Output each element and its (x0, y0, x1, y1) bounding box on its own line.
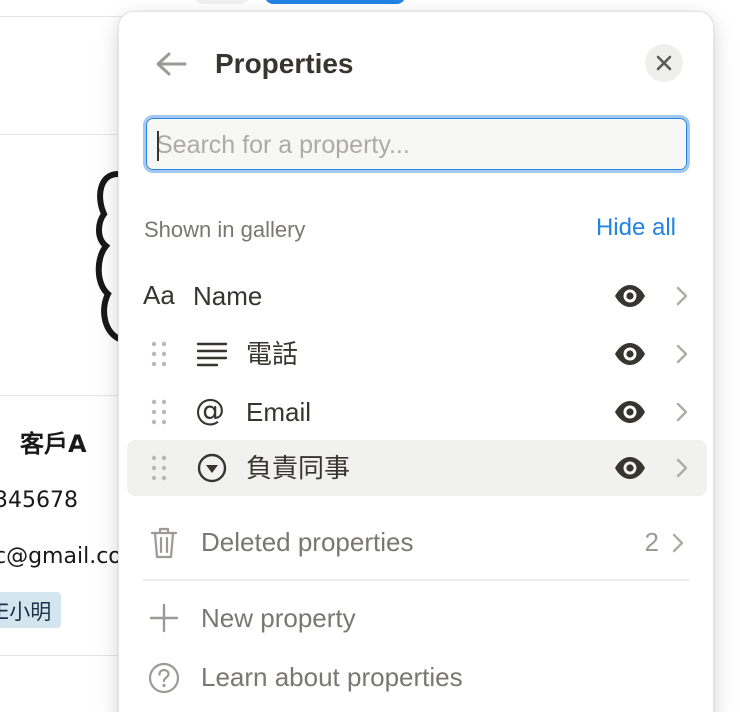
text-caret (157, 131, 159, 161)
visibility-toggle[interactable] (613, 398, 647, 426)
chevron-right-icon (673, 282, 691, 310)
eye-icon (615, 401, 645, 423)
chevron-right-icon (669, 529, 687, 557)
card-phone: 345678 (0, 488, 78, 513)
drag-handle-icon[interactable] (149, 398, 169, 426)
eye-icon (615, 343, 645, 365)
property-label: Name (193, 281, 263, 311)
close-button[interactable] (645, 44, 683, 82)
deleted-count: 2 (644, 527, 659, 557)
divider (0, 16, 140, 17)
help-icon (148, 662, 180, 694)
property-row-assignee[interactable]: 負責同事 (127, 440, 707, 496)
toolbar-button[interactable] (195, 0, 249, 4)
chevron-right-icon (673, 398, 691, 426)
visibility-toggle[interactable] (613, 340, 647, 368)
property-label: 負責同事 (246, 453, 351, 483)
select-icon (195, 452, 229, 484)
drag-handle-icon[interactable] (149, 454, 169, 482)
card-email: c@gmail.co (0, 544, 122, 569)
search-input[interactable] (156, 127, 676, 163)
property-label: 電話 (246, 339, 299, 369)
search-box (143, 115, 690, 173)
eye-icon (615, 285, 645, 307)
hide-all-button[interactable]: Hide all (596, 212, 676, 244)
section-label: Shown in gallery (144, 217, 306, 242)
learn-about-properties-link[interactable]: Learn about properties (143, 653, 691, 703)
text-type-icon: Aa (143, 280, 175, 310)
visibility-toggle[interactable] (613, 282, 647, 310)
chevron-right-icon (673, 454, 691, 482)
properties-panel: Properties Shown in gallery Hide all Aa … (118, 11, 714, 712)
panel-title: Properties (215, 48, 354, 79)
back-button[interactable] (147, 46, 191, 82)
deleted-properties-label: Deleted properties (201, 527, 414, 557)
visibility-toggle[interactable] (613, 454, 647, 482)
new-property-label: New property (201, 603, 356, 633)
drag-handle-icon[interactable] (149, 340, 169, 368)
deleted-properties-row[interactable]: Deleted properties 2 (143, 518, 691, 568)
new-property-button[interactable]: New property (143, 594, 691, 644)
text-lines-icon (195, 338, 229, 370)
learn-about-label: Learn about properties (201, 662, 463, 692)
property-row-name[interactable]: Aa Name (127, 268, 707, 324)
new-button[interactable] (265, 0, 405, 4)
property-row-email[interactable]: @ Email (127, 384, 707, 440)
divider (143, 579, 690, 581)
card-title: 客戶A (20, 430, 87, 458)
at-sign-icon: @ (195, 393, 225, 428)
plus-icon (149, 603, 179, 633)
property-row-phone[interactable]: 電話 (127, 326, 707, 382)
close-icon (656, 55, 672, 71)
arrow-left-icon (156, 52, 187, 76)
property-label: Email (246, 397, 312, 427)
eye-icon (615, 457, 645, 479)
chevron-right-icon (673, 340, 691, 368)
trash-icon (149, 526, 179, 560)
card-person-tag: E小明 (0, 592, 62, 628)
